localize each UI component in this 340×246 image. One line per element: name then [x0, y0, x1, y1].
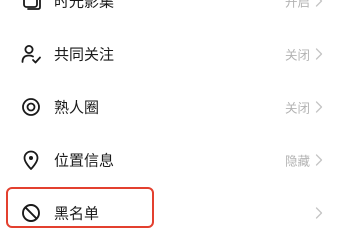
setting-row-blacklist[interactable]: 黑名单 — [0, 186, 340, 239]
setting-row-location-info[interactable]: 位置信息 隐藏 — [0, 133, 340, 186]
setting-value: 关闭 — [284, 100, 310, 115]
chevron-right-icon — [315, 206, 323, 219]
setting-label: 位置信息 — [54, 151, 115, 169]
setting-row-time-album[interactable]: 时光影集 开启 — [0, 0, 340, 27]
chevron-right-icon — [315, 100, 323, 113]
setting-label: 黑名单 — [54, 204, 100, 222]
setting-label: 时光影集 — [54, 0, 115, 10]
setting-value: 开启 — [284, 0, 310, 9]
setting-value: 隐藏 — [284, 153, 310, 168]
privacy-settings-list: 时光影集 开启 共同关注 关闭 熟人圈 关闭 位置信息 隐藏 黑名单 — [0, 0, 340, 239]
setting-label: 熟人圈 — [54, 98, 100, 116]
chevron-right-icon — [315, 153, 323, 166]
chevron-right-icon — [315, 47, 323, 60]
setting-label: 共同关注 — [54, 45, 115, 63]
album-icon — [20, 0, 42, 12]
circle-dot-icon — [20, 96, 42, 118]
setting-value: 关闭 — [284, 47, 310, 62]
setting-row-acquaintance-circle[interactable]: 熟人圈 关闭 — [0, 80, 340, 133]
chevron-right-icon — [315, 0, 323, 7]
location-pin-icon — [20, 149, 42, 171]
person-check-icon — [20, 43, 42, 65]
setting-row-mutual-follow[interactable]: 共同关注 关闭 — [0, 27, 340, 80]
block-icon — [20, 202, 42, 224]
